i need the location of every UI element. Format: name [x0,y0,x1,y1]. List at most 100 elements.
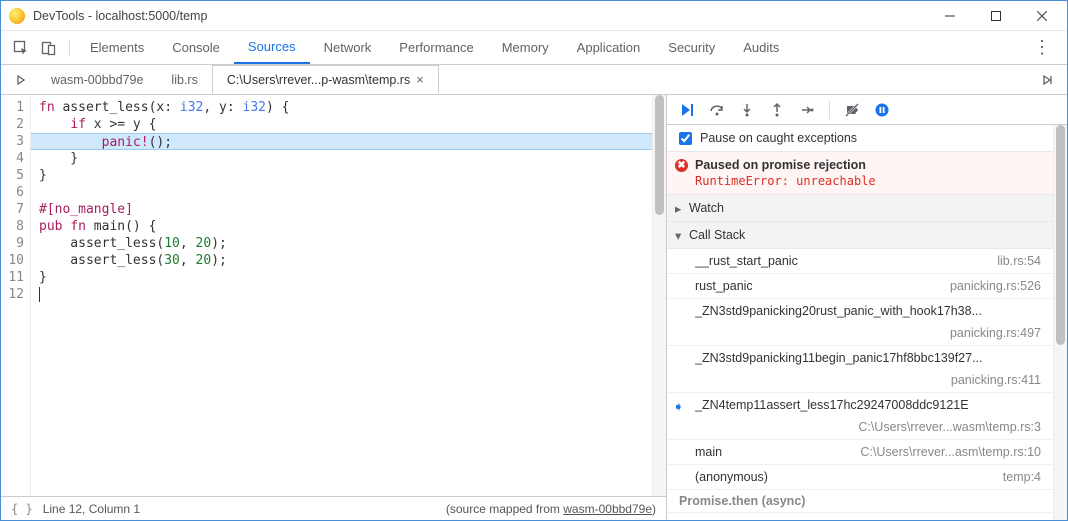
frame-function-name: _ZN4temp11assert_less17hc29247008ddc9121… [695,398,969,412]
frame-location: panicking.rs:526 [950,279,1041,293]
editor-scrollbar[interactable] [652,95,666,496]
main-panel-tabs: ElementsConsoleSourcesNetworkPerformance… [1,31,1067,65]
frame-location: panicking.rs:497 [950,326,1041,340]
divider [829,101,830,119]
file-tab-row: wasm-00bbd79e lib.rs C:\Users\rrever...p-w… [37,65,439,94]
callstack-frame[interactable]: _ZN3std9panicking11begin_panic17hf8bbc13… [667,346,1053,393]
debugger-scrollbar[interactable] [1053,125,1067,520]
close-button[interactable] [1019,1,1065,31]
frame-function-name: _ZN3std9panicking11begin_panic17hf8bbc13… [695,351,983,365]
maximize-button[interactable] [973,1,1019,31]
frame-function-name: (anonymous) [695,470,768,484]
paused-error: RuntimeError: unreachable [695,174,1043,188]
window-buttons [927,1,1065,31]
code-line[interactable]: } [39,167,652,184]
tab-security[interactable]: Security [654,31,729,64]
code-line[interactable]: fn assert_less(x: i32, y: i32) { [39,99,652,116]
paused-title: Paused on promise rejection [695,158,1043,172]
pause-on-caught-row[interactable]: Pause on caught exceptions [667,125,1053,152]
frame-location: C:\Users\rrever...wasm\temp.rs:3 [858,420,1041,434]
code-body[interactable]: fn assert_less(x: i32, y: i32) { if x >=… [31,95,652,496]
editor-statusbar: { } Line 12, Column 1 (source mapped fro… [1,496,666,520]
code-editor[interactable]: 123456789101112 fn assert_less(x: i32, y… [1,95,666,496]
tab-application[interactable]: Application [563,31,655,64]
callstack-frame[interactable]: rust_panicpanicking.rs:526 [667,274,1053,299]
async-boundary-label: Promise.then (async) [667,490,1053,513]
frame-location: panicking.rs:411 [951,373,1041,387]
file-tab[interactable]: wasm-00bbd79e [37,65,157,94]
code-line[interactable]: if x >= y { [39,116,652,133]
resume-button[interactable] [673,96,701,124]
source-map-link[interactable]: wasm-00bbd79e [563,502,652,516]
code-line[interactable]: pub fn main() { [39,218,652,235]
debugger-pane: Pause on caught exceptions ✖ Paused on p… [667,95,1067,520]
pause-on-exceptions-button[interactable] [868,96,896,124]
frame-location: C:\Users\rrever...asm\temp.rs:10 [860,445,1041,459]
code-line[interactable]: panic!(); [31,133,652,150]
pause-on-caught-checkbox[interactable] [679,132,692,145]
frame-location: temp:4 [1003,470,1041,484]
titlebar: DevTools - localhost:5000/temp [1,1,1067,31]
inspect-element-icon[interactable] [7,34,35,62]
error-icon: ✖ [675,159,688,172]
code-line[interactable] [39,286,652,303]
watch-label: Watch [689,201,724,215]
file-tab-label: wasm-00bbd79e [51,73,143,87]
cursor-position: Line 12, Column 1 [43,502,140,516]
callstack-frame[interactable]: ➧ _ZN4temp11assert_less17hc29247008ddc912… [667,393,1053,440]
close-tab-icon[interactable]: × [416,72,424,87]
tab-network[interactable]: Network [310,31,386,64]
file-tab[interactable]: lib.rs [157,65,211,94]
code-line[interactable]: assert_less(30, 20); [39,252,652,269]
device-toolbar-icon[interactable] [35,34,63,62]
brackets-icon[interactable]: { } [11,502,33,516]
watch-section-header[interactable]: Watch [667,195,1053,222]
file-tab[interactable]: C:\Users\rrever...p-wasm\temp.rs × [212,65,439,94]
step-into-button[interactable] [733,96,761,124]
tab-memory[interactable]: Memory [488,31,563,64]
source-file-tabs: wasm-00bbd79e lib.rs C:\Users\rrever...p-w… [1,65,1067,95]
tab-console[interactable]: Console [158,31,234,64]
tab-performance[interactable]: Performance [385,31,487,64]
callstack-frame[interactable]: (anonymous) temp:4 [667,465,1053,490]
callstack-frame[interactable]: main C:\Users\rrever...asm\temp.rs:10 [667,440,1053,465]
code-line[interactable] [39,184,652,201]
more-menu-icon[interactable]: ⋮ [1023,37,1061,58]
step-out-button[interactable] [763,96,791,124]
frame-function-name: __rust_start_panic [695,254,798,268]
divider [69,39,70,57]
callstack-frames: __rust_start_paniclib.rs:54rust_panicpan… [667,249,1053,490]
callstack-frame[interactable]: __rust_start_paniclib.rs:54 [667,249,1053,274]
callstack-section-header[interactable]: Call Stack [667,222,1053,249]
tab-elements[interactable]: Elements [76,31,158,64]
current-frame-arrow-icon: ➧ [673,399,684,415]
scrollbar-thumb[interactable] [1056,125,1065,345]
devtools-favicon [9,8,25,24]
debugger-body: Pause on caught exceptions ✖ Paused on p… [667,125,1067,520]
main-tabs-row: ElementsConsoleSourcesNetworkPerformance… [76,31,793,64]
file-tab-label: C:\Users\rrever...p-wasm\temp.rs [227,73,410,87]
source-mapped-label: (source mapped from wasm-00bbd79e) [150,502,656,516]
show-navigator-icon[interactable] [7,66,35,94]
step-over-button[interactable] [703,96,731,124]
deactivate-breakpoints-button[interactable] [838,96,866,124]
callstack-frame[interactable]: _ZN3std9panicking20rust_panic_with_hook1… [667,299,1053,346]
code-line[interactable]: assert_less(10, 20); [39,235,652,252]
code-line[interactable]: } [39,150,652,167]
code-line[interactable]: #[no_mangle] [39,201,652,218]
code-line[interactable]: } [39,269,652,286]
minimize-button[interactable] [927,1,973,31]
step-button[interactable] [793,96,821,124]
file-tab-label: lib.rs [171,73,197,87]
content-split: 123456789101112 fn assert_less(x: i32, y… [1,95,1067,520]
more-tabs-icon[interactable] [1033,66,1061,94]
tab-audits[interactable]: Audits [729,31,793,64]
line-gutter: 123456789101112 [1,95,31,496]
frame-function-name: main [695,445,722,459]
frame-function-name: _ZN3std9panicking20rust_panic_with_hook1… [695,304,982,318]
scrollbar-thumb[interactable] [655,95,664,215]
window-title: DevTools - localhost:5000/temp [33,9,927,23]
callstack-label: Call Stack [689,228,745,242]
tab-sources[interactable]: Sources [234,31,310,64]
paused-status-box: ✖ Paused on promise rejection RuntimeErr… [667,152,1053,195]
